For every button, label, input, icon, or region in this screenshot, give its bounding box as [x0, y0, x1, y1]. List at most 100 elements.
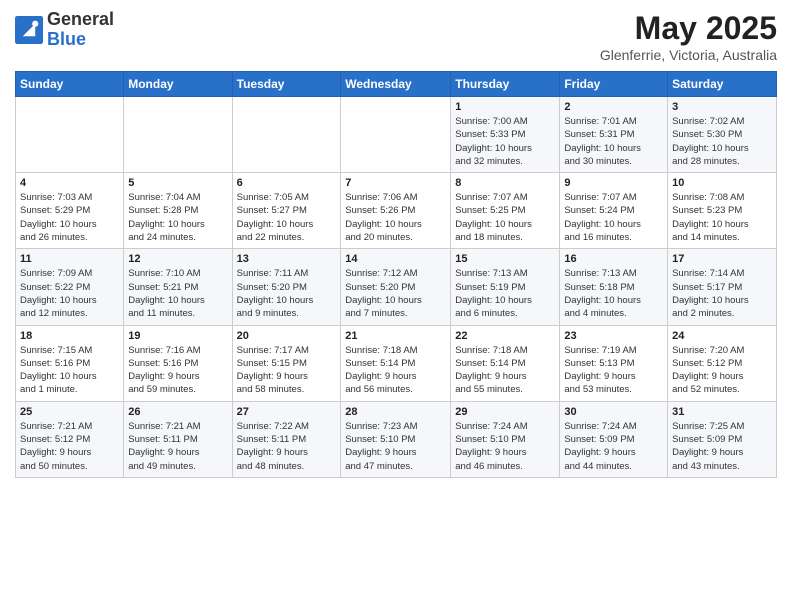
- day-info: Sunrise: 7:24 AM Sunset: 5:10 PM Dayligh…: [455, 420, 555, 473]
- calendar-cell: 1 Sunrise: 7:00 AM Sunset: 5:33 PM Daylig…: [451, 97, 560, 173]
- day-number: 2: [564, 101, 663, 113]
- week-row-4: 18 Sunrise: 7:15 AM Sunset: 5:16 PM Dayli…: [16, 325, 777, 401]
- logo-text: General Blue: [47, 10, 114, 50]
- day-info: Sunrise: 7:16 AM Sunset: 5:16 PM Dayligh…: [128, 344, 227, 397]
- calendar-cell: 6Sunrise: 7:05 AM Sunset: 5:27 PM Daylig…: [232, 173, 341, 249]
- day-number: 3: [672, 101, 772, 113]
- day-info: Sunrise: 7:06 AM Sunset: 5:26 PM Dayligh…: [345, 191, 446, 244]
- day-info: Sunrise: 7:21 AM Sunset: 5:11 PM Dayligh…: [128, 420, 227, 473]
- day-number: 22: [455, 330, 555, 342]
- calendar-cell: 23 Sunrise: 7:19 AM Sunset: 5:13 PM Dayli…: [560, 325, 668, 401]
- day-number: 17: [672, 253, 772, 265]
- calendar-cell: 13Sunrise: 7:11 AM Sunset: 5:20 PM Dayli…: [232, 249, 341, 325]
- day-info: Sunrise: 7:13 AM Sunset: 5:18 PM Dayligh…: [564, 267, 663, 320]
- day-number: 26: [128, 406, 227, 418]
- weekday-header-friday: Friday: [560, 72, 668, 97]
- day-info: Sunrise: 7:00 AM Sunset: 5:33 PM Dayligh…: [455, 115, 555, 168]
- calendar-cell: 4Sunrise: 7:03 AM Sunset: 5:29 PM Daylig…: [16, 173, 124, 249]
- day-number: 24: [672, 330, 772, 342]
- week-row-2: 4Sunrise: 7:03 AM Sunset: 5:29 PM Daylig…: [16, 173, 777, 249]
- weekday-header-thursday: Thursday: [451, 72, 560, 97]
- logo-icon: [15, 16, 43, 44]
- day-number: 16: [564, 253, 663, 265]
- calendar-cell: 25Sunrise: 7:21 AM Sunset: 5:12 PM Dayli…: [16, 401, 124, 477]
- day-info: Sunrise: 7:12 AM Sunset: 5:20 PM Dayligh…: [345, 267, 446, 320]
- calendar-cell: 16 Sunrise: 7:13 AM Sunset: 5:18 PM Dayli…: [560, 249, 668, 325]
- day-number: 9: [564, 177, 663, 189]
- day-info: Sunrise: 7:19 AM Sunset: 5:13 PM Dayligh…: [564, 344, 663, 397]
- day-info: Sunrise: 7:20 AM Sunset: 5:12 PM Dayligh…: [672, 344, 772, 397]
- day-number: 12: [128, 253, 227, 265]
- calendar-cell: 3 Sunrise: 7:02 AM Sunset: 5:30 PM Daylig…: [668, 97, 777, 173]
- day-info: Sunrise: 7:02 AM Sunset: 5:30 PM Dayligh…: [672, 115, 772, 168]
- day-info: Sunrise: 7:08 AM Sunset: 5:23 PM Dayligh…: [672, 191, 772, 244]
- day-number: 21: [345, 330, 446, 342]
- calendar-cell: 22 Sunrise: 7:18 AM Sunset: 5:14 PM Dayli…: [451, 325, 560, 401]
- day-info: Sunrise: 7:11 AM Sunset: 5:20 PM Dayligh…: [237, 267, 337, 320]
- day-number: 18: [20, 330, 119, 342]
- weekday-header-sunday: Sunday: [16, 72, 124, 97]
- day-number: 14: [345, 253, 446, 265]
- calendar-cell: 15Sunrise: 7:13 AM Sunset: 5:19 PM Dayli…: [451, 249, 560, 325]
- location: Glenferrie, Victoria, Australia: [600, 47, 777, 63]
- calendar-cell: 10Sunrise: 7:08 AM Sunset: 5:23 PM Dayli…: [668, 173, 777, 249]
- day-number: 4: [20, 177, 119, 189]
- calendar-cell: 5 Sunrise: 7:04 AM Sunset: 5:28 PM Daylig…: [124, 173, 232, 249]
- logo: General Blue: [15, 10, 114, 50]
- weekday-header-row: SundayMondayTuesdayWednesdayThursdayFrid…: [16, 72, 777, 97]
- week-row-5: 25Sunrise: 7:21 AM Sunset: 5:12 PM Dayli…: [16, 401, 777, 477]
- day-info: Sunrise: 7:25 AM Sunset: 5:09 PM Dayligh…: [672, 420, 772, 473]
- calendar-cell: 9 Sunrise: 7:07 AM Sunset: 5:24 PM Daylig…: [560, 173, 668, 249]
- day-info: Sunrise: 7:22 AM Sunset: 5:11 PM Dayligh…: [237, 420, 337, 473]
- calendar-cell: 7 Sunrise: 7:06 AM Sunset: 5:26 PM Daylig…: [341, 173, 451, 249]
- day-info: Sunrise: 7:09 AM Sunset: 5:22 PM Dayligh…: [20, 267, 119, 320]
- day-number: 6: [237, 177, 337, 189]
- calendar-cell: 19 Sunrise: 7:16 AM Sunset: 5:16 PM Dayli…: [124, 325, 232, 401]
- calendar-cell: 28 Sunrise: 7:23 AM Sunset: 5:10 PM Dayli…: [341, 401, 451, 477]
- day-number: 27: [237, 406, 337, 418]
- calendar-cell: 11 Sunrise: 7:09 AM Sunset: 5:22 PM Dayli…: [16, 249, 124, 325]
- day-number: 19: [128, 330, 227, 342]
- weekday-header-wednesday: Wednesday: [341, 72, 451, 97]
- day-info: Sunrise: 7:14 AM Sunset: 5:17 PM Dayligh…: [672, 267, 772, 320]
- day-info: Sunrise: 7:18 AM Sunset: 5:14 PM Dayligh…: [345, 344, 446, 397]
- month-year: May 2025: [600, 10, 777, 47]
- day-number: 28: [345, 406, 446, 418]
- day-info: Sunrise: 7:18 AM Sunset: 5:14 PM Dayligh…: [455, 344, 555, 397]
- day-info: Sunrise: 7:10 AM Sunset: 5:21 PM Dayligh…: [128, 267, 227, 320]
- day-number: 1: [455, 101, 555, 113]
- calendar-cell: 2 Sunrise: 7:01 AM Sunset: 5:31 PM Daylig…: [560, 97, 668, 173]
- day-number: 25: [20, 406, 119, 418]
- calendar-cell: 29 Sunrise: 7:24 AM Sunset: 5:10 PM Dayli…: [451, 401, 560, 477]
- day-number: 7: [345, 177, 446, 189]
- calendar-cell: 12 Sunrise: 7:10 AM Sunset: 5:21 PM Dayli…: [124, 249, 232, 325]
- day-info: Sunrise: 7:23 AM Sunset: 5:10 PM Dayligh…: [345, 420, 446, 473]
- day-info: Sunrise: 7:07 AM Sunset: 5:24 PM Dayligh…: [564, 191, 663, 244]
- week-row-1: 1 Sunrise: 7:00 AM Sunset: 5:33 PM Daylig…: [16, 97, 777, 173]
- calendar-cell: [124, 97, 232, 173]
- day-number: 11: [20, 253, 119, 265]
- calendar-cell: 26 Sunrise: 7:21 AM Sunset: 5:11 PM Dayli…: [124, 401, 232, 477]
- day-number: 20: [237, 330, 337, 342]
- calendar-cell: [16, 97, 124, 173]
- day-number: 5: [128, 177, 227, 189]
- calendar-cell: 14 Sunrise: 7:12 AM Sunset: 5:20 PM Dayli…: [341, 249, 451, 325]
- calendar-cell: 20Sunrise: 7:17 AM Sunset: 5:15 PM Dayli…: [232, 325, 341, 401]
- day-number: 30: [564, 406, 663, 418]
- week-row-3: 11 Sunrise: 7:09 AM Sunset: 5:22 PM Dayli…: [16, 249, 777, 325]
- logo-general: General: [47, 9, 114, 29]
- calendar-cell: 17 Sunrise: 7:14 AM Sunset: 5:17 PM Dayli…: [668, 249, 777, 325]
- day-info: Sunrise: 7:01 AM Sunset: 5:31 PM Dayligh…: [564, 115, 663, 168]
- day-info: Sunrise: 7:04 AM Sunset: 5:28 PM Dayligh…: [128, 191, 227, 244]
- weekday-header-saturday: Saturday: [668, 72, 777, 97]
- day-number: 23: [564, 330, 663, 342]
- day-number: 15: [455, 253, 555, 265]
- logo-blue: Blue: [47, 29, 86, 49]
- page-header: General Blue May 2025 Glenferrie, Victor…: [15, 10, 777, 63]
- weekday-header-tuesday: Tuesday: [232, 72, 341, 97]
- day-number: 29: [455, 406, 555, 418]
- calendar-cell: 18 Sunrise: 7:15 AM Sunset: 5:16 PM Dayli…: [16, 325, 124, 401]
- day-info: Sunrise: 7:15 AM Sunset: 5:16 PM Dayligh…: [20, 344, 119, 397]
- calendar-cell: 27 Sunrise: 7:22 AM Sunset: 5:11 PM Dayli…: [232, 401, 341, 477]
- day-info: Sunrise: 7:24 AM Sunset: 5:09 PM Dayligh…: [564, 420, 663, 473]
